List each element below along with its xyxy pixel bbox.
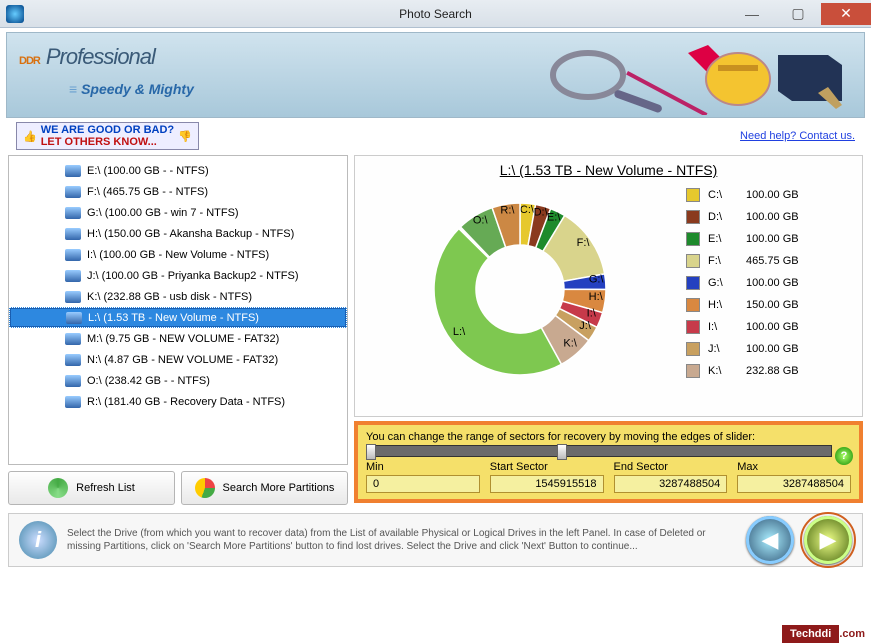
legend-row: H:\150.00 GB: [686, 294, 856, 316]
legend-row: E:\100.00 GB: [686, 228, 856, 250]
drive-icon: [65, 354, 81, 366]
thumbs-down-icon: 👎: [178, 130, 192, 143]
drive-row[interactable]: H:\ (150.00 GB - Akansha Backup - NTFS): [9, 223, 347, 244]
feedback-link[interactable]: 👍 WE ARE GOOD OR BAD? LET OTHERS KNOW...…: [16, 122, 199, 150]
drive-icon: [65, 291, 81, 303]
drive-label: G:\ (100.00 GB - win 7 - NTFS): [87, 207, 239, 219]
drive-row[interactable]: F:\ (465.75 GB - - NTFS): [9, 181, 347, 202]
window-title: Photo Search: [399, 7, 472, 21]
drive-label: R:\ (181.40 GB - Recovery Data - NTFS): [87, 396, 285, 408]
svg-text:R:\: R:\: [500, 205, 515, 217]
drive-label: L:\ (1.53 TB - New Volume - NTFS): [88, 312, 259, 324]
drive-row[interactable]: E:\ (100.00 GB - - NTFS): [9, 160, 347, 181]
svg-text:J:\: J:\: [579, 320, 592, 332]
footer-message: Select the Drive (from which you want to…: [67, 527, 736, 554]
legend-row: I:\100.00 GB: [686, 316, 856, 338]
drive-icon: [65, 375, 81, 387]
drive-row[interactable]: K:\ (232.88 GB - usb disk - NTFS): [9, 286, 347, 307]
drive-icon: [65, 249, 81, 261]
info-icon: i: [19, 521, 57, 559]
donut-chart: C:\D:\E:\F:\G:\H:\I:\J:\K:\L:\O:\R:\: [361, 184, 678, 394]
help-icon[interactable]: ?: [835, 447, 853, 465]
drive-row[interactable]: R:\ (181.40 GB - Recovery Data - NTFS): [9, 391, 347, 412]
close-button[interactable]: ✕: [821, 3, 871, 25]
brand-logo: DDRProfessional: [19, 39, 155, 71]
svg-text:I:\: I:\: [586, 308, 596, 320]
thumbs-up-icon: 👍: [23, 130, 37, 143]
svg-text:K:\: K:\: [563, 338, 577, 350]
drive-row[interactable]: O:\ (238.42 GB - - NTFS): [9, 370, 347, 391]
drive-label: F:\ (465.75 GB - - NTFS): [87, 186, 208, 198]
sector-instruction: You can change the range of sectors for …: [366, 431, 851, 443]
drive-label: J:\ (100.00 GB - Priyanka Backup2 - NTFS…: [87, 270, 299, 282]
legend-row: D:\100.00 GB: [686, 206, 856, 228]
drive-tree[interactable]: E:\ (100.00 GB - - NTFS) F:\ (465.75 GB -…: [8, 155, 348, 465]
chart-legend: C:\100.00 GBD:\100.00 GBE:\100.00 GBF:\4…: [686, 184, 856, 394]
banner-art: [518, 35, 858, 115]
drive-row[interactable]: I:\ (100.00 GB - New Volume - NTFS): [9, 244, 347, 265]
watermark: Techddi.com: [782, 625, 865, 640]
drive-icon: [65, 228, 81, 240]
banner: DDRProfessional Speedy & Mighty: [6, 32, 865, 118]
drive-icon: [65, 270, 81, 282]
sector-range-panel: You can change the range of sectors for …: [354, 421, 863, 503]
svg-text:E:\: E:\: [546, 211, 560, 223]
svg-text:H:\: H:\: [588, 291, 603, 303]
drive-icon: [66, 312, 82, 324]
drive-label: I:\ (100.00 GB - New Volume - NTFS): [87, 249, 269, 261]
topbar: 👍 WE ARE GOOD OR BAD? LET OTHERS KNOW...…: [6, 122, 865, 150]
drive-icon: [65, 207, 81, 219]
refresh-list-button[interactable]: Refresh List: [8, 471, 175, 505]
next-button[interactable]: ▶: [804, 516, 852, 564]
legend-row: F:\465.75 GB: [686, 250, 856, 272]
app-icon: [6, 5, 24, 23]
svg-text:O:\: O:\: [472, 215, 488, 227]
drive-label: E:\ (100.00 GB - - NTFS): [87, 165, 209, 177]
legend-row: G:\100.00 GB: [686, 272, 856, 294]
drive-icon: [65, 333, 81, 345]
end-sector: 3287488504: [614, 475, 728, 493]
drive-icon: [65, 396, 81, 408]
drive-label: M:\ (9.75 GB - NEW VOLUME - FAT32): [87, 333, 279, 345]
help-link[interactable]: Need help? Contact us.: [740, 130, 855, 142]
svg-text:G:\: G:\: [588, 274, 604, 286]
min-sector: 0: [366, 475, 480, 493]
chart-panel: L:\ (1.53 TB - New Volume - NTFS) C:\D:\…: [354, 155, 863, 417]
partition-icon: [195, 478, 215, 498]
svg-text:F:\: F:\: [576, 237, 590, 249]
drive-label: N:\ (4.87 GB - NEW VOLUME - FAT32): [87, 354, 278, 366]
legend-row: C:\100.00 GB: [686, 184, 856, 206]
drive-icon: [65, 165, 81, 177]
drive-row[interactable]: L:\ (1.53 TB - New Volume - NTFS): [9, 307, 347, 328]
maximize-button[interactable]: ▢: [775, 3, 821, 25]
drive-row[interactable]: M:\ (9.75 GB - NEW VOLUME - FAT32): [9, 328, 347, 349]
back-button[interactable]: ◀: [746, 516, 794, 564]
start-sector: 1545915518: [490, 475, 604, 493]
chart-title: L:\ (1.53 TB - New Volume - NTFS): [361, 162, 856, 178]
footer: i Select the Drive (from which you want …: [8, 513, 863, 567]
brand-tagline: Speedy & Mighty: [69, 81, 194, 97]
max-sector: 3287488504: [737, 475, 851, 493]
drive-row[interactable]: G:\ (100.00 GB - win 7 - NTFS): [9, 202, 347, 223]
titlebar: Photo Search — ▢ ✕: [0, 0, 871, 28]
drive-label: O:\ (238.42 GB - - NTFS): [87, 375, 210, 387]
sector-slider[interactable]: [366, 445, 832, 457]
slider-handle-right[interactable]: [557, 444, 567, 460]
minimize-button[interactable]: —: [729, 3, 775, 25]
drive-label: K:\ (232.88 GB - usb disk - NTFS): [87, 291, 252, 303]
drive-row[interactable]: J:\ (100.00 GB - Priyanka Backup2 - NTFS…: [9, 265, 347, 286]
search-partitions-button[interactable]: Search More Partitions: [181, 471, 348, 505]
svg-text:L:\: L:\: [452, 326, 465, 338]
drive-icon: [65, 186, 81, 198]
slider-handle-left[interactable]: [366, 444, 376, 460]
refresh-icon: [48, 478, 68, 498]
legend-row: K:\232.88 GB: [686, 360, 856, 382]
drive-row[interactable]: N:\ (4.87 GB - NEW VOLUME - FAT32): [9, 349, 347, 370]
legend-row: J:\100.00 GB: [686, 338, 856, 360]
drive-label: H:\ (150.00 GB - Akansha Backup - NTFS): [87, 228, 294, 240]
